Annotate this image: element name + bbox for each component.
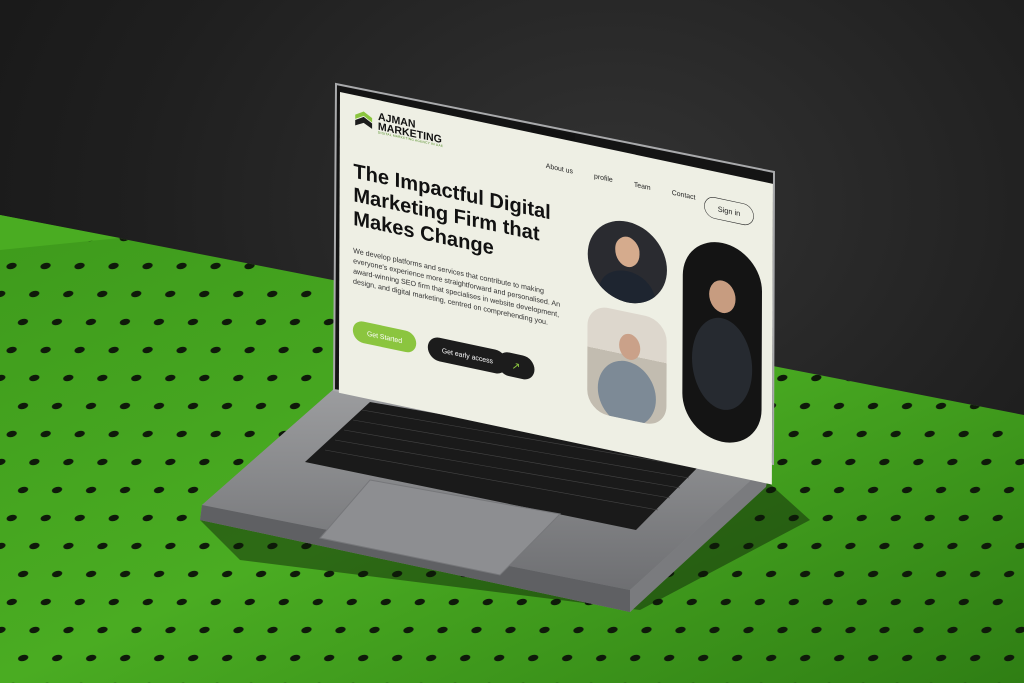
get-early-access-button[interactable]: Get early access (427, 335, 508, 376)
nav-about[interactable]: About us (546, 161, 573, 175)
signin-button[interactable]: Sign in (704, 195, 754, 228)
team-photo-1 (587, 213, 668, 311)
team-photo-3 (682, 234, 763, 451)
logo[interactable]: AJMAN MARKETING DIGITAL MARKETING AGENCY… (354, 107, 444, 148)
arrow-up-right-icon[interactable]: ↗ (497, 350, 535, 382)
team-photo-2 (587, 303, 667, 428)
get-started-button[interactable]: Get Started (352, 319, 417, 355)
nav-team[interactable]: Team (634, 180, 651, 192)
main-nav: About us profile Team Contact (546, 161, 696, 201)
nav-profile[interactable]: profile (594, 172, 613, 184)
product-photo-scene: AJMAN MARKETING DIGITAL MARKETING AGENCY… (0, 0, 1024, 683)
nav-contact[interactable]: Contact (672, 188, 696, 201)
logo-icon (355, 111, 373, 129)
